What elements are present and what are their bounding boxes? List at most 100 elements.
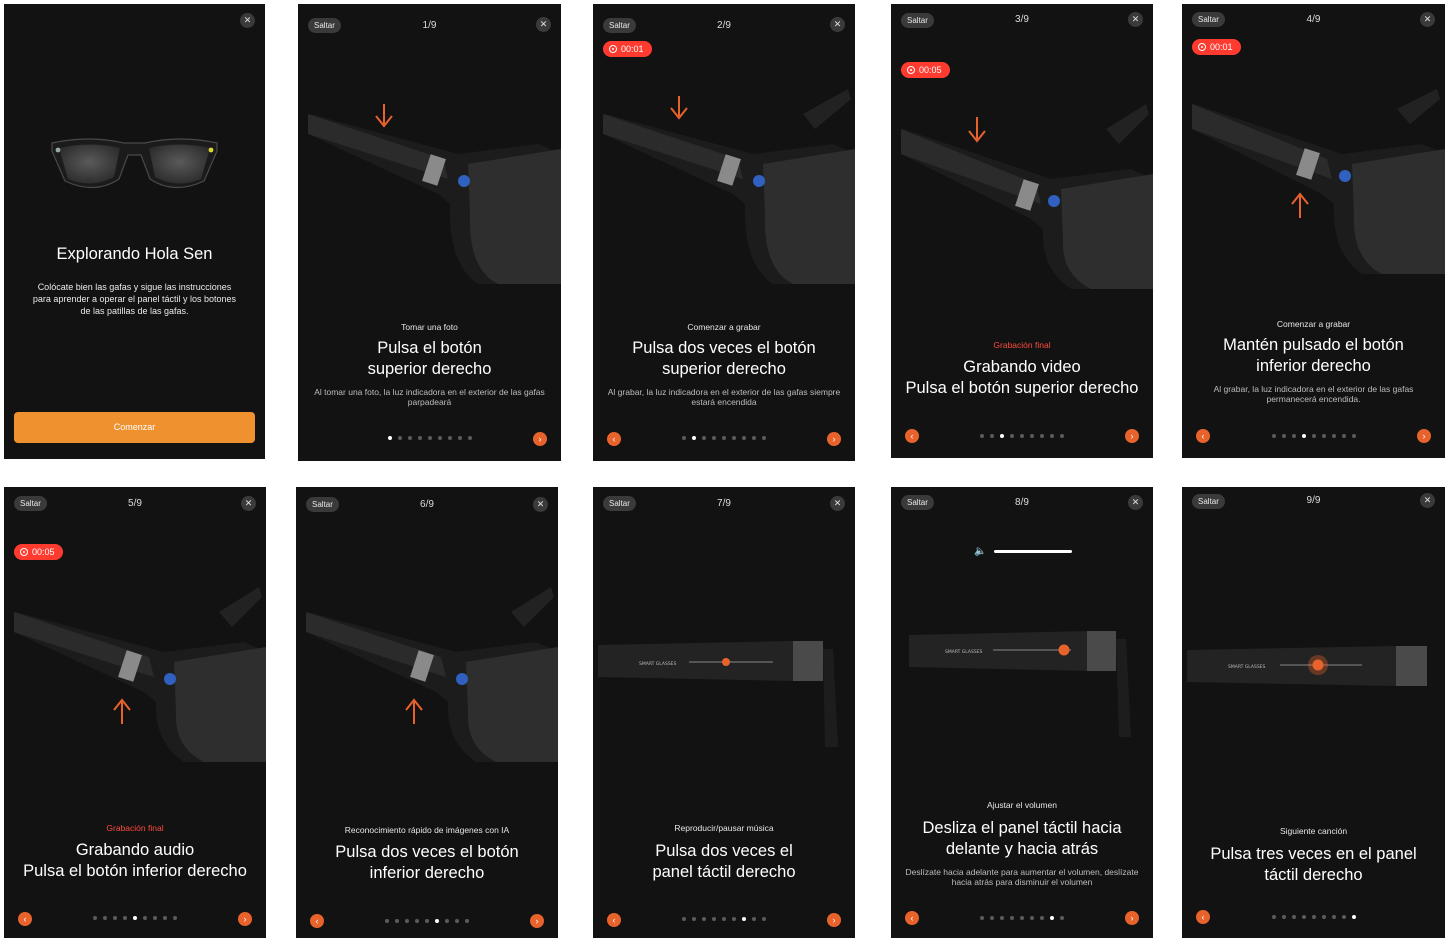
step-description: Al tomar una foto, la luz indicadora en … <box>314 387 545 407</box>
step-title: Mantén pulsado el botón inferior derecho <box>1223 336 1404 375</box>
record-icon <box>20 548 28 556</box>
close-button[interactable]: ✕ <box>533 497 548 512</box>
step-title: Pulsa dos veces el botón superior derech… <box>632 339 816 378</box>
recording-badge: 00:01 <box>1192 39 1241 55</box>
glasses-temple-image: SMART GLASSES <box>598 641 838 747</box>
step-title: Desliza el panel táctil hacia delante y … <box>922 819 1122 858</box>
prev-button[interactable]: ‹ <box>905 911 919 925</box>
glasses-temple-image: SMART GLASSES <box>909 631 1131 737</box>
recording-time: 00:05 <box>919 65 942 75</box>
recording-time: 00:01 <box>621 44 644 54</box>
pagination-dots <box>296 919 558 923</box>
step-description: Al grabar, la luz indicadora en el exter… <box>1213 384 1414 404</box>
step-kicker: Reproducir/pausar música <box>674 823 774 833</box>
next-button[interactable]: › <box>827 432 841 446</box>
close-button[interactable]: ✕ <box>240 13 255 28</box>
step-counter: 2/9 <box>717 20 731 31</box>
step-counter: 4/9 <box>1306 14 1321 25</box>
step-title: Pulsa tres veces en el panel táctil dere… <box>1210 845 1417 884</box>
step-counter: 8/9 <box>1015 497 1029 508</box>
speaker-icon: 🔈 <box>974 546 987 557</box>
close-button[interactable]: ✕ <box>1420 12 1435 27</box>
step-counter: 1/9 <box>422 20 437 31</box>
step-screen-9: Saltar 9/9 ✕ SMART GLASSES Siguiente can… <box>1182 487 1445 938</box>
intro-screen: ✕ Explorando Hola Sen Colócate bien las … <box>4 4 265 459</box>
pagination-dots <box>593 436 855 440</box>
close-button[interactable]: ✕ <box>830 496 845 511</box>
step-title-line2: Pulsa el botón inferior derecho <box>23 862 247 880</box>
record-icon <box>1198 43 1206 51</box>
step-counter: 5/9 <box>128 498 142 509</box>
glasses-side-image <box>1192 89 1445 274</box>
next-button[interactable]: › <box>1125 429 1139 443</box>
step-kicker: Comenzar a grabar <box>1276 319 1351 329</box>
next-button[interactable]: › <box>533 432 547 446</box>
glasses-front-image <box>51 138 218 189</box>
record-icon <box>907 66 915 74</box>
step-title-line1: Grabando video <box>963 358 1081 376</box>
step-kicker: Grabación final <box>106 823 164 833</box>
step-screen-5: Saltar 5/9 ✕ 00:05 Grabación final Graba… <box>4 487 266 938</box>
start-button[interactable]: Comenzar <box>14 412 255 443</box>
close-button[interactable]: ✕ <box>241 496 256 511</box>
close-button[interactable]: ✕ <box>830 17 845 32</box>
pagination-dots <box>891 916 1153 920</box>
prev-button[interactable]: ‹ <box>1196 429 1210 443</box>
temple-label: SMART GLASSES <box>1228 664 1266 670</box>
glasses-temple-image: SMART GLASSES <box>1187 646 1427 686</box>
step-kicker: Tomar una foto <box>401 322 458 332</box>
pagination-dots <box>1182 434 1445 438</box>
step-screen-1: Saltar 1/9 ✕ Tomar una foto Pulsa el bot… <box>298 4 561 461</box>
step-counter: 3/9 <box>1015 14 1029 25</box>
next-button[interactable]: › <box>530 914 544 928</box>
pagination-dots <box>593 917 855 921</box>
step-counter: 7/9 <box>717 498 731 509</box>
volume-bar <box>994 550 1073 553</box>
record-icon <box>609 45 617 53</box>
temple-label: SMART GLASSES <box>945 649 983 655</box>
next-button[interactable]: › <box>827 913 841 927</box>
step-screen-7: Saltar 7/9 ✕ SMART GLASSES Reproducir/pa… <box>593 487 855 938</box>
prev-button[interactable]: ‹ <box>1196 910 1210 924</box>
step-title-line1: Grabando audio <box>75 841 195 859</box>
prev-button[interactable]: ‹ <box>607 913 621 927</box>
step-title: Pulsa dos veces el panel táctil derecho <box>652 842 796 881</box>
prev-button[interactable]: ‹ <box>18 912 32 926</box>
recording-time: 00:05 <box>32 547 55 557</box>
recording-badge: 00:01 <box>603 41 652 57</box>
glasses-side-image <box>603 89 855 284</box>
temple-label: SMART GLASSES <box>639 661 677 667</box>
step-kicker: Ajustar el volumen <box>987 800 1057 810</box>
glasses-side-image <box>306 587 558 762</box>
intro-title: Explorando Hola Sen <box>56 245 213 263</box>
recording-badge: 00:05 <box>14 544 63 560</box>
step-title-line2: Pulsa el botón superior derecho <box>905 379 1139 397</box>
step-description: Al grabar, la luz indicadora en el exter… <box>607 387 841 407</box>
recording-time: 00:01 <box>1210 42 1233 52</box>
step-description: Deslízate hacia adelante para aumentar e… <box>905 867 1139 887</box>
step-screen-2: Saltar 2/9 ✕ 00:01 Comenzar a grabar Pul… <box>593 4 855 461</box>
prev-button[interactable]: ‹ <box>607 432 621 446</box>
next-button[interactable]: › <box>1417 429 1431 443</box>
glasses-side-image <box>901 104 1153 289</box>
close-button[interactable]: ✕ <box>1420 493 1435 508</box>
step-title: Pulsa dos veces el botón inferior derech… <box>335 843 519 882</box>
volume-indicator: 🔈 <box>974 546 1073 557</box>
step-screen-8: Saltar 8/9 ✕ 🔈 SMART GLASSES Ajustar el … <box>891 487 1153 938</box>
step-kicker: Grabación final <box>993 340 1051 350</box>
prev-button[interactable]: ‹ <box>310 914 324 928</box>
next-button[interactable]: › <box>1125 911 1139 925</box>
prev-button[interactable]: ‹ <box>905 429 919 443</box>
pagination-dots <box>298 436 561 440</box>
step-counter: 6/9 <box>420 499 434 510</box>
close-button[interactable]: ✕ <box>1128 495 1143 510</box>
next-button[interactable]: › <box>238 912 252 926</box>
pagination-dots <box>4 916 266 920</box>
close-button[interactable]: ✕ <box>1128 12 1143 27</box>
step-title: Pulsa el botón superior derecho <box>367 339 492 378</box>
step-kicker: Reconocimiento rápido de imágenes con IA <box>344 825 510 835</box>
pagination-dots <box>1182 915 1445 919</box>
glasses-side-image <box>308 104 561 284</box>
close-button[interactable]: ✕ <box>536 17 551 32</box>
recording-badge: 00:05 <box>901 62 950 78</box>
